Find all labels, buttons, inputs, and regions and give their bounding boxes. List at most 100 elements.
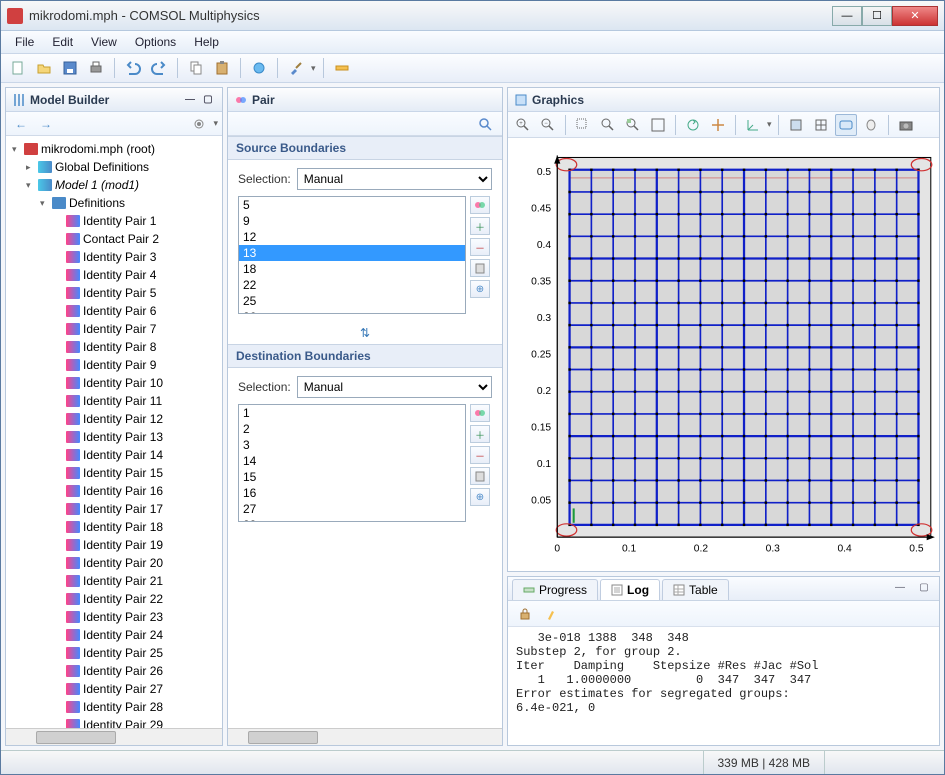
- swap-boundaries-button[interactable]: ⇅: [228, 322, 502, 344]
- tree-node[interactable]: Identity Pair 6: [8, 302, 220, 320]
- print-button[interactable]: [85, 57, 107, 79]
- tab-log[interactable]: Log: [600, 579, 660, 600]
- dst-zoom-button[interactable]: ⊕: [470, 488, 490, 506]
- list-item[interactable]: 1: [239, 405, 465, 421]
- tree-node[interactable]: Identity Pair 1: [8, 212, 220, 230]
- zoom-out-icon[interactable]: −: [537, 114, 559, 136]
- dst-activate-button[interactable]: [470, 404, 490, 422]
- zoom-in-icon[interactable]: +: [512, 114, 534, 136]
- redo-button[interactable]: [148, 57, 170, 79]
- graphics-canvas[interactable]: 00.10.20.30.40.50.050.10.150.20.250.30.3…: [508, 138, 939, 571]
- list-item[interactable]: 9: [239, 213, 465, 229]
- tree-node[interactable]: Identity Pair 11: [8, 392, 220, 410]
- tree-node[interactable]: Identity Pair 28: [8, 698, 220, 716]
- list-item[interactable]: 18: [239, 261, 465, 277]
- dst-add-button[interactable]: ＋: [470, 425, 490, 443]
- list-item[interactable]: 22: [239, 277, 465, 293]
- tree-node[interactable]: Identity Pair 18: [8, 518, 220, 536]
- list-item[interactable]: 27: [239, 501, 465, 517]
- src-zoom-button[interactable]: ⊕: [470, 280, 490, 298]
- tree-node[interactable]: Identity Pair 15: [8, 464, 220, 482]
- panel-menu-icon[interactable]: ▢: [200, 92, 216, 108]
- rotate-icon[interactable]: [682, 114, 704, 136]
- list-item[interactable]: 15: [239, 469, 465, 485]
- wireframe-icon[interactable]: [810, 114, 832, 136]
- zoom-extent-icon[interactable]: [597, 114, 619, 136]
- bottom-menu-icon[interactable]: ▢: [913, 576, 935, 598]
- tree-node[interactable]: Identity Pair 9: [8, 356, 220, 374]
- source-boundaries-list[interactable]: 59121318222526: [238, 196, 466, 314]
- zoom-box-icon[interactable]: [572, 114, 594, 136]
- brush-button[interactable]: [285, 57, 307, 79]
- menu-help[interactable]: Help: [186, 33, 227, 51]
- tree-node[interactable]: Identity Pair 17: [8, 500, 220, 518]
- pan-icon[interactable]: [707, 114, 729, 136]
- tree-node[interactable]: Identity Pair 5: [8, 284, 220, 302]
- lock-icon[interactable]: [514, 603, 536, 625]
- list-item[interactable]: 16: [239, 485, 465, 501]
- tree-node[interactable]: Identity Pair 14: [8, 446, 220, 464]
- maximize-button[interactable]: ☐: [862, 6, 892, 26]
- measure-button[interactable]: [331, 57, 353, 79]
- src-add-button[interactable]: ＋: [470, 217, 490, 235]
- camera-icon[interactable]: [895, 114, 917, 136]
- tree-node[interactable]: Identity Pair 7: [8, 320, 220, 338]
- axis-icon[interactable]: [742, 114, 764, 136]
- tab-table[interactable]: Table: [662, 579, 729, 600]
- menu-view[interactable]: View: [83, 33, 125, 51]
- tree-node[interactable]: ▾mikrodomi.mph (root): [8, 140, 220, 158]
- tree-node[interactable]: Identity Pair 23: [8, 608, 220, 626]
- menu-options[interactable]: Options: [127, 33, 184, 51]
- tree-node[interactable]: Identity Pair 24: [8, 626, 220, 644]
- new-button[interactable]: [7, 57, 29, 79]
- source-selection-dropdown[interactable]: Manual: [297, 168, 492, 190]
- tree-node[interactable]: Identity Pair 25: [8, 644, 220, 662]
- model-wizard-button[interactable]: [248, 57, 270, 79]
- tree-node[interactable]: ▾Model 1 (mod1): [8, 176, 220, 194]
- tree-node[interactable]: Identity Pair 13: [8, 428, 220, 446]
- tree-node[interactable]: Identity Pair 20: [8, 554, 220, 572]
- close-button[interactable]: ✕: [892, 6, 938, 26]
- show-button[interactable]: [188, 113, 210, 135]
- zoom-reset-icon[interactable]: [647, 114, 669, 136]
- list-item[interactable]: 12: [239, 229, 465, 245]
- tree-node[interactable]: Identity Pair 29: [8, 716, 220, 728]
- copy-button[interactable]: [185, 57, 207, 79]
- tree-node[interactable]: Identity Pair 27: [8, 680, 220, 698]
- model-tree[interactable]: ▾mikrodomi.mph (root)▸Global Definitions…: [6, 136, 222, 728]
- tree-node[interactable]: Identity Pair 10: [8, 374, 220, 392]
- list-item[interactable]: 28: [239, 517, 465, 522]
- destination-boundaries-list[interactable]: 1231415162728: [238, 404, 466, 522]
- pair-find-button[interactable]: [474, 113, 496, 135]
- tree-node[interactable]: Identity Pair 8: [8, 338, 220, 356]
- list-item[interactable]: 14: [239, 453, 465, 469]
- src-activate-button[interactable]: [470, 196, 490, 214]
- paste-button[interactable]: [211, 57, 233, 79]
- tree-node[interactable]: Contact Pair 2: [8, 230, 220, 248]
- list-item[interactable]: 3: [239, 437, 465, 453]
- minimize-button[interactable]: —: [832, 6, 862, 26]
- open-button[interactable]: [33, 57, 55, 79]
- tree-node[interactable]: Identity Pair 3: [8, 248, 220, 266]
- list-item[interactable]: 5: [239, 197, 465, 213]
- list-item[interactable]: 13: [239, 245, 465, 261]
- menu-edit[interactable]: Edit: [44, 33, 81, 51]
- tab-progress[interactable]: Progress: [512, 579, 598, 600]
- tree-node[interactable]: Identity Pair 22: [8, 590, 220, 608]
- src-paste-button[interactable]: [470, 259, 490, 277]
- tree-node[interactable]: Identity Pair 4: [8, 266, 220, 284]
- tree-node[interactable]: Identity Pair 26: [8, 662, 220, 680]
- tree-node[interactable]: Identity Pair 12: [8, 410, 220, 428]
- save-button[interactable]: [59, 57, 81, 79]
- list-item[interactable]: 2: [239, 421, 465, 437]
- collapse-button[interactable]: →: [35, 113, 57, 135]
- list-item[interactable]: 25: [239, 293, 465, 309]
- tree-node[interactable]: Identity Pair 19: [8, 536, 220, 554]
- tree-hscrollbar[interactable]: [6, 728, 222, 745]
- clear-log-icon[interactable]: [540, 603, 562, 625]
- tree-node[interactable]: ▸Global Definitions: [8, 158, 220, 176]
- pair-hscrollbar[interactable]: [228, 728, 502, 745]
- select-box-icon[interactable]: [835, 114, 857, 136]
- tree-node[interactable]: ▾Definitions: [8, 194, 220, 212]
- zoom-selected-icon[interactable]: [622, 114, 644, 136]
